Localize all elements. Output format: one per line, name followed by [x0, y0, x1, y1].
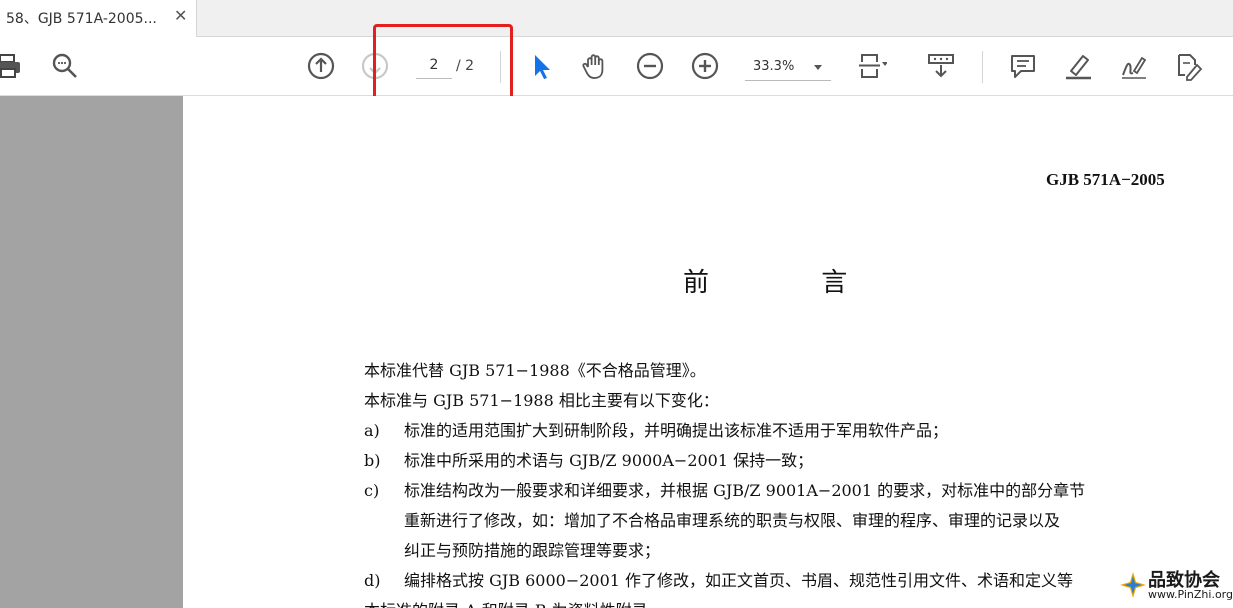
zoom-in-icon[interactable] [690, 51, 720, 81]
list-item: b) 标准中所采用的术语与 GJB/Z 9000A−2001 保持一致； [364, 446, 1204, 476]
page-up-icon[interactable] [306, 51, 336, 81]
tab-bar: 58、GJB 571A-2005... ✕ [0, 0, 1233, 37]
toolbar: 2 / 2 33.3% [0, 37, 1233, 96]
paragraph: 本标准的附录 A 和附录 B 为资料性附录。 [364, 596, 1204, 608]
list-item-text: 标准结构改为一般要求和详细要求，并根据 GJB/Z 9001A−2001 的要求… [404, 481, 1086, 500]
select-cursor-icon[interactable] [526, 51, 556, 81]
paragraph: 本标准代替 GJB 571−1988《不合格品管理》。 [364, 361, 706, 380]
page-down-icon[interactable] [360, 51, 390, 81]
list-item: c) 标准结构改为一般要求和详细要求，并根据 GJB/Z 9001A−2001 … [364, 476, 1204, 506]
document-tab[interactable]: 58、GJB 571A-2005... ✕ [0, 0, 197, 37]
list-item-text: 纠正与预防措施的跟踪管理等要求； [404, 541, 661, 560]
print-icon[interactable] [0, 51, 24, 81]
list-marker [364, 536, 404, 566]
document-page: GJB 571A−2005 前 言 本标准代替 GJB 571−1988《不合格… [183, 96, 1233, 608]
zoom-select[interactable]: 33.3% [745, 55, 831, 81]
logo-icon [1120, 572, 1146, 598]
list-item-text: 标准的适用范围扩大到研制阶段，并明确提出该标准不适用于军用软件产品； [404, 421, 949, 440]
list-item-text: 编排格式按 GJB 6000−2001 作了修改，如正文首页、书眉、规范性引用文… [404, 571, 1074, 590]
list-item: d) 编排格式按 GJB 6000−2001 作了修改，如正文首页、书眉、规范性… [364, 566, 1204, 596]
paragraph: 本标准与 GJB 571−1988 相比主要有以下变化： [364, 391, 719, 410]
list-item-text: 标准中所采用的术语与 GJB/Z 9000A−2001 保持一致； [404, 451, 814, 470]
hand-tool-icon[interactable] [580, 51, 610, 81]
list-marker: a) [364, 421, 380, 440]
separator [500, 51, 501, 83]
tab-title: 58、GJB 571A-2005... [6, 11, 157, 27]
section-title: 前 言 [683, 268, 900, 298]
edit-pdf-icon[interactable] [1173, 51, 1203, 81]
zoom-search-icon[interactable] [50, 51, 80, 81]
comment-icon[interactable] [1008, 51, 1038, 81]
list-marker: c) [364, 481, 380, 500]
list-marker [364, 506, 404, 536]
viewer-background [0, 96, 183, 608]
list-item-continuation: 纠正与预防措施的跟踪管理等要求； [364, 536, 1204, 566]
zoom-value: 33.3% [753, 59, 795, 74]
watermark-url: www.PinZhi.org [1148, 588, 1233, 601]
sign-icon[interactable] [1118, 51, 1148, 81]
document-body: 本标准代替 GJB 571−1988《不合格品管理》。 本标准与 GJB 571… [364, 356, 1204, 608]
list-marker: d) [364, 571, 381, 590]
highlight-pen-icon[interactable] [1063, 51, 1093, 81]
list-item: a) 标准的适用范围扩大到研制阶段，并明确提出该标准不适用于军用软件产品； [364, 416, 1204, 446]
close-icon[interactable]: ✕ [174, 6, 187, 25]
page-total: / 2 [456, 58, 475, 74]
page-number-input[interactable]: 2 [416, 57, 452, 79]
watermark: 品致协会 www.PinZhi.org [1118, 566, 1233, 606]
list-marker: b) [364, 451, 381, 470]
standard-code: GJB 571A−2005 [1046, 170, 1165, 189]
list-item-continuation: 重新进行了修改，如：增加了不合格品审理系统的职责与权限、审理的程序、审理的记录以… [364, 506, 1204, 536]
list-item-text: 重新进行了修改，如：增加了不合格品审理系统的职责与权限、审理的程序、审理的记录以… [404, 511, 1061, 530]
zoom-out-icon[interactable] [635, 51, 665, 81]
fit-page-icon[interactable] [857, 51, 887, 81]
scroll-mode-icon[interactable] [926, 51, 956, 81]
chevron-down-icon [814, 65, 822, 70]
separator [982, 51, 983, 83]
